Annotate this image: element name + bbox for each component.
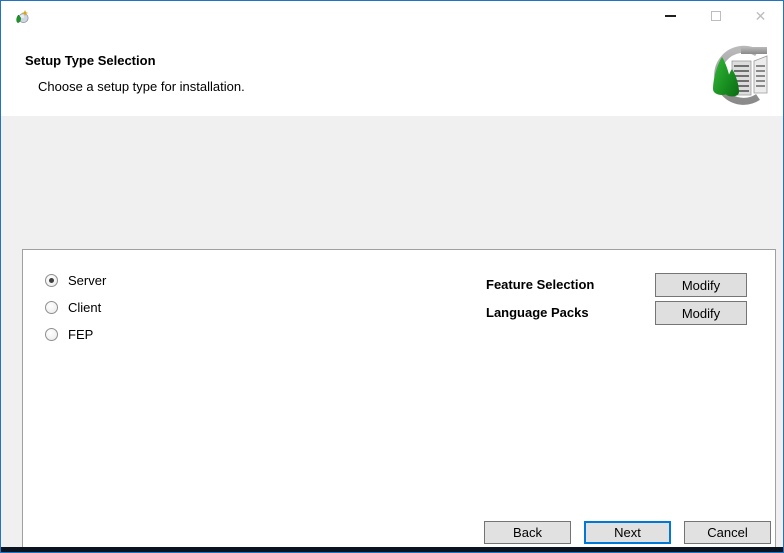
radio-icon[interactable] — [45, 274, 58, 287]
window-controls: ✕ — [648, 1, 783, 31]
radio-icon[interactable] — [45, 301, 58, 314]
page-title: Setup Type Selection — [25, 53, 156, 68]
minimize-icon — [665, 15, 676, 17]
window-bottom-edge — [1, 547, 783, 552]
language-packs-label: Language Packs — [486, 305, 589, 320]
language-packs-modify-button[interactable]: Modify — [655, 301, 747, 325]
installer-package-icon — [14, 9, 30, 25]
radio-label[interactable]: Server — [68, 273, 106, 288]
radio-icon[interactable] — [45, 328, 58, 341]
radio-option-fep[interactable]: FEP — [45, 327, 93, 342]
cancel-button[interactable]: Cancel — [684, 521, 771, 544]
close-icon: ✕ — [755, 9, 767, 23]
feature-selection-label: Feature Selection — [486, 277, 594, 292]
page-subtitle: Choose a setup type for installation. — [38, 79, 245, 94]
feature-selection-modify-button[interactable]: Modify — [655, 273, 747, 297]
close-button[interactable]: ✕ — [738, 1, 783, 31]
maximize-icon — [711, 11, 721, 21]
installer-window: ✕ Setup Type Selection Choose a setup ty… — [0, 0, 784, 553]
next-button[interactable]: Next — [584, 521, 671, 544]
radio-option-client[interactable]: Client — [45, 300, 101, 315]
setup-type-panel: Server Client FEP Feature Selection Modi… — [22, 249, 776, 553]
content-area: Server Client FEP Feature Selection Modi… — [1, 116, 783, 552]
radio-option-server[interactable]: Server — [45, 273, 106, 288]
maximize-button[interactable] — [693, 1, 738, 31]
titlebar[interactable]: ✕ — [1, 1, 783, 31]
product-logo-icon — [705, 45, 771, 107]
radio-label[interactable]: Client — [68, 300, 101, 315]
back-button[interactable]: Back — [484, 521, 571, 544]
header-section: ✕ Setup Type Selection Choose a setup ty… — [1, 1, 783, 116]
radio-label[interactable]: FEP — [68, 327, 93, 342]
minimize-button[interactable] — [648, 1, 693, 31]
